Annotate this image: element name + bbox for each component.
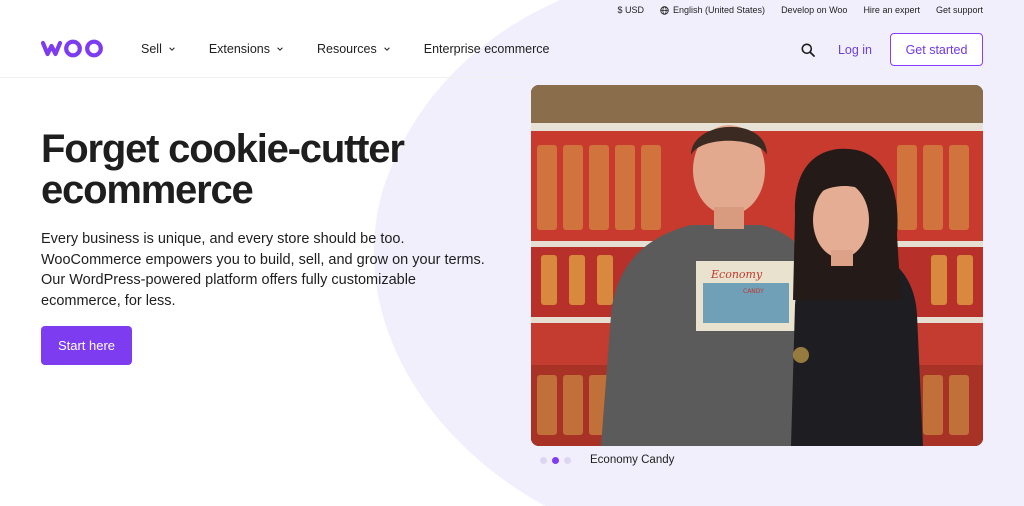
chevron-down-icon [169,47,175,51]
nav-sell[interactable]: Sell [141,42,176,56]
get-started-button[interactable]: Get started [890,33,983,66]
hero-description: Every business is unique, and every stor… [41,231,485,309]
hire-expert-link[interactable]: Hire an expert [863,5,920,15]
hero-title: Forget cookie-cutter ecommerce [41,129,511,211]
shirt-text-bottom: CANDY [743,288,764,295]
utility-bar: $ USD English (United States) Develop on… [618,0,1024,20]
carousel-dot-2[interactable] [552,456,559,464]
search-icon [801,43,815,57]
nav-resources[interactable]: Resources [317,42,391,56]
hero-photo: Economy CANDY [531,85,983,446]
search-button[interactable] [801,42,817,58]
chevron-down-icon [277,47,283,51]
chevron-down-icon [383,47,390,51]
support-link[interactable]: Get support [936,5,983,15]
start-here-button[interactable]: Start here [41,326,132,365]
woo-logo[interactable] [40,39,108,63]
hero-title-line-2: ecommerce [41,168,254,212]
carousel-caption: Economy Candy [590,454,675,466]
globe-icon [660,5,669,15]
nav-extensions[interactable]: Extensions [209,42,284,56]
woo-logo-mark [40,39,103,58]
develop-link[interactable]: Develop on Woo [781,5,847,15]
nav-divider [0,77,530,78]
carousel-dot-1[interactable] [540,456,547,464]
currency-selector[interactable]: $ USD [618,5,645,15]
hero-title-line-1: Forget cookie-cutter [41,127,405,171]
carousel-dot-3[interactable] [564,456,571,464]
language-selector[interactable]: English (United States) [660,5,765,15]
nav-enterprise[interactable]: Enterprise ecommerce [424,42,550,56]
login-link[interactable]: Log in [838,43,872,57]
main-nav: Sell Extensions Resources Enterprise eco… [0,26,1024,72]
carousel-controls: Economy Candy [540,454,674,466]
shirt-text-top: Economy [710,268,763,281]
